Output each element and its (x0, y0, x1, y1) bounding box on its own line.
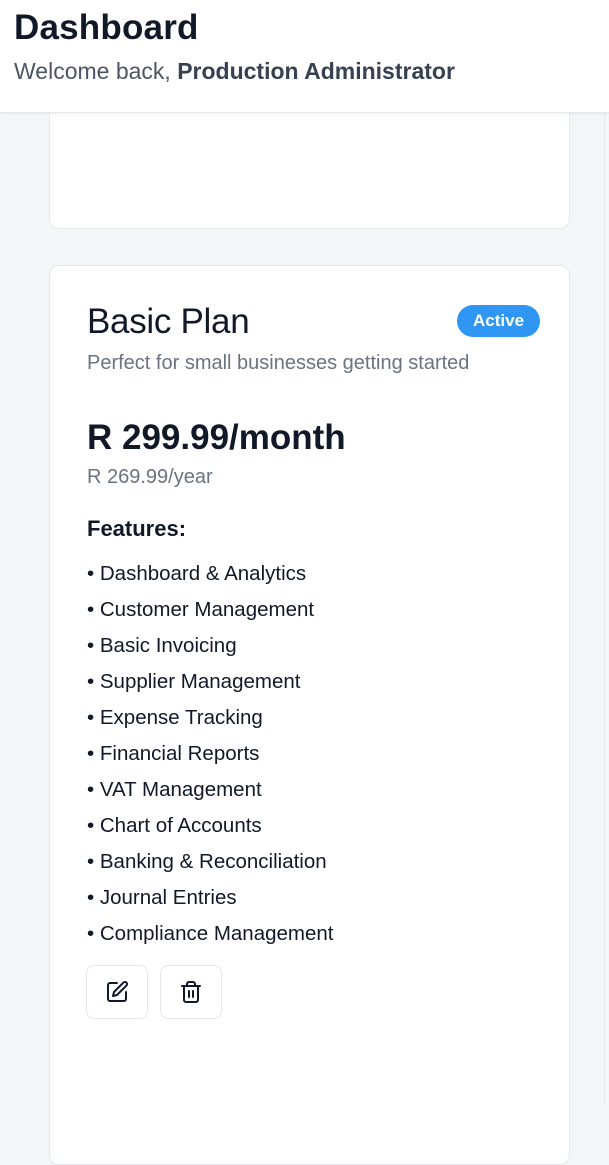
trash-icon (179, 980, 203, 1004)
feature-item: Banking & Reconciliation (87, 850, 333, 886)
welcome-prefix: Welcome back, (14, 58, 171, 84)
plan-description: Perfect for small businesses getting sta… (87, 352, 470, 374)
delete-plan-button[interactable] (160, 965, 222, 1019)
edit-plan-button[interactable] (86, 965, 148, 1019)
yearly-price: R 269.99/year (87, 466, 213, 488)
feature-item: VAT Management (87, 778, 333, 814)
feature-item: Journal Entries (87, 886, 333, 922)
features-heading: Features: (87, 516, 187, 541)
plan-card: Basic Plan Active Perfect for small busi… (49, 265, 570, 1165)
feature-item: Financial Reports (87, 742, 333, 778)
features-list: Dashboard & Analytics Customer Managemen… (87, 562, 334, 958)
feature-item: Supplier Management (87, 670, 333, 706)
page-header: Dashboard Welcome back, Production Admin… (0, 0, 609, 113)
feature-item: Customer Management (87, 598, 333, 634)
page-title: Dashboard (14, 8, 199, 47)
welcome-message: Welcome back, Production Administrator (14, 58, 455, 85)
edit-icon (105, 980, 129, 1004)
feature-item: Chart of Accounts (87, 814, 333, 850)
monthly-price: R 299.99/month (87, 418, 346, 457)
feature-item: Compliance Management (87, 922, 334, 958)
user-name: Production Administrator (177, 58, 455, 84)
feature-item: Basic Invoicing (87, 634, 333, 670)
plan-name: Basic Plan (87, 302, 250, 341)
feature-item: Expense Tracking (87, 706, 333, 742)
status-badge: Active (457, 305, 541, 337)
adjacent-card-edge (604, 112, 609, 1106)
feature-item: Dashboard & Analytics (87, 562, 333, 598)
